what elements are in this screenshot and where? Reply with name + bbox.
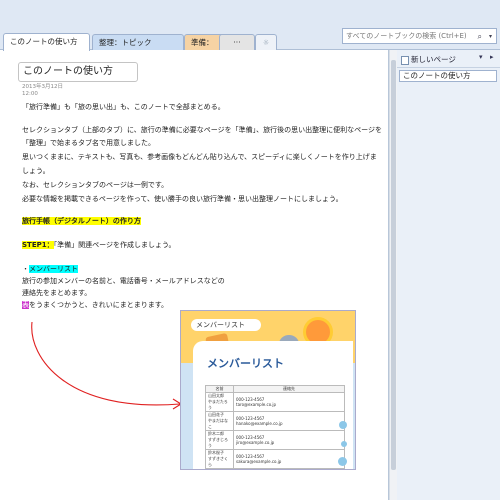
member-list-image[interactable]: メンバーリスト メンバーリスト 名前 連絡先 山田太郎 やまだたろう 000-12… — [180, 310, 356, 470]
member-table: 名前 連絡先 山田太郎 やまだたろう 000-123-4567 taro@examp… — [205, 385, 345, 469]
paragraph-3[interactable]: 必要な情報を掲載できるページを作って、使い勝手の良い旅行準備・思い出整理ノートに… — [22, 194, 343, 205]
decorative-dots — [337, 411, 349, 469]
col-contact-header: 連絡先 — [233, 385, 345, 393]
paragraph-1-line-4[interactable]: しょう。 — [22, 166, 50, 177]
page-list-pane: 新しいページ ▾ ▸ このノートの使い方 — [397, 50, 500, 500]
search-input[interactable]: すべてのノートブックの検索 (Ctrl+E) ⌕ ▾ — [342, 28, 497, 44]
page-scrollbar[interactable] — [389, 50, 397, 500]
step1-line[interactable]: STEP1：「準備」関連ページを作成しましょう。 — [22, 240, 176, 251]
red-arrow-annotation — [31, 321, 183, 410]
member-desc-line-2[interactable]: 連絡先をまとめます。 — [22, 288, 91, 299]
tab-organize-topic[interactable]: 整理：トピック — [92, 34, 184, 50]
intro-text[interactable]: 「旅行準備」も「旅の思い出」も、このノートで全部まとめる。 — [22, 102, 225, 113]
page-list-item[interactable]: このノートの使い方 — [399, 70, 497, 82]
paragraph-1-line-1[interactable]: セレクションタブ（上部のタブ）に、旅行の準備に必要なページを「準備」、旅行後の思… — [22, 125, 382, 136]
page-list-header: 新しいページ ▾ ▸ — [397, 50, 500, 68]
paragraph-1-line-3[interactable]: 思いつくままに、テキストも、写真も、参考画像もどんどん貼り込んで、スピーディに楽… — [22, 152, 377, 163]
new-page-label: 新しいページ — [411, 55, 456, 64]
step1-label: STEP1： — [22, 241, 54, 249]
tab-how-to-use[interactable]: このノートの使い方 — [3, 33, 90, 51]
heading-highlight: 旅行手帳（デジタルノート）の作り方 — [22, 217, 141, 225]
new-page-icon — [401, 55, 409, 65]
member-image-label: メンバーリスト — [191, 319, 261, 331]
chevron-down-icon[interactable]: ▾ — [489, 30, 492, 44]
member-desc-text: をうまくつかうと、きれいにまとまります。 — [29, 301, 169, 309]
search-placeholder: すべてのノートブックの検索 (Ctrl+E) — [346, 32, 467, 40]
new-page-button[interactable]: 新しいページ — [401, 54, 456, 65]
table-highlight: 表 — [22, 301, 29, 309]
collapse-pane-icon[interactable]: ▸ — [490, 53, 494, 61]
search-icon[interactable]: ⌕ — [478, 30, 482, 44]
table-row: 鈴木桜子 すずきさくら 000-123-4567 sakura@example.co… — [205, 449, 345, 469]
page-date: 2013年3月12日 12:00 — [22, 84, 63, 97]
paragraph-1-line-2[interactable]: 「整理」で始まるタブ名で用意しました。 — [22, 138, 155, 149]
member-list-link[interactable]: メンバーリスト — [29, 265, 78, 273]
member-desc-line-3[interactable]: 表をうまくつかうと、きれいにまとまります。 — [22, 300, 168, 311]
table-row: 鈴木二郎 すずきじろう 000-123-4567 jiro@example.co.j… — [205, 430, 345, 450]
more-tabs-button[interactable]: ··· — [219, 34, 255, 50]
scrollbar-thumb[interactable] — [391, 60, 396, 470]
col-name-header: 名前 — [205, 385, 234, 393]
member-image-heading: メンバーリスト — [207, 357, 284, 370]
paragraph-2[interactable]: なお、セレクションタブのページは一例です。 — [22, 180, 168, 191]
section-heading[interactable]: 旅行手帳（デジタルノート）の作り方 — [22, 216, 141, 227]
step1-text: 「準備」関連ページを作成しましょう。 — [53, 241, 176, 249]
member-list-bullet[interactable]: ・メンバーリスト — [22, 264, 78, 275]
page-title[interactable]: このノートの使い方 — [18, 62, 138, 82]
new-section-tab[interactable]: ☼ — [255, 34, 277, 50]
bullet: ・ — [22, 265, 29, 273]
section-tab-bar: このノートの使い方 整理：トピック 準備：MEMO ··· ☼ すべてのノートブ… — [0, 0, 500, 63]
table-row: 山田花子 やまだはなこ 000-123-4567 hanako@example.co… — [205, 411, 345, 431]
dropdown-arrow-icon[interactable]: ▾ — [479, 53, 483, 61]
member-desc-line-1[interactable]: 旅行の参加メンバーの名前と、電話番号・メールアドレスなどの — [22, 276, 225, 287]
table-row: 山田太郎 やまだたろう 000-123-4567 taro@example.co.j… — [205, 392, 345, 412]
member-card: メンバーリスト 名前 連絡先 山田太郎 やまだたろう 000-123-4567 ta… — [193, 341, 353, 469]
